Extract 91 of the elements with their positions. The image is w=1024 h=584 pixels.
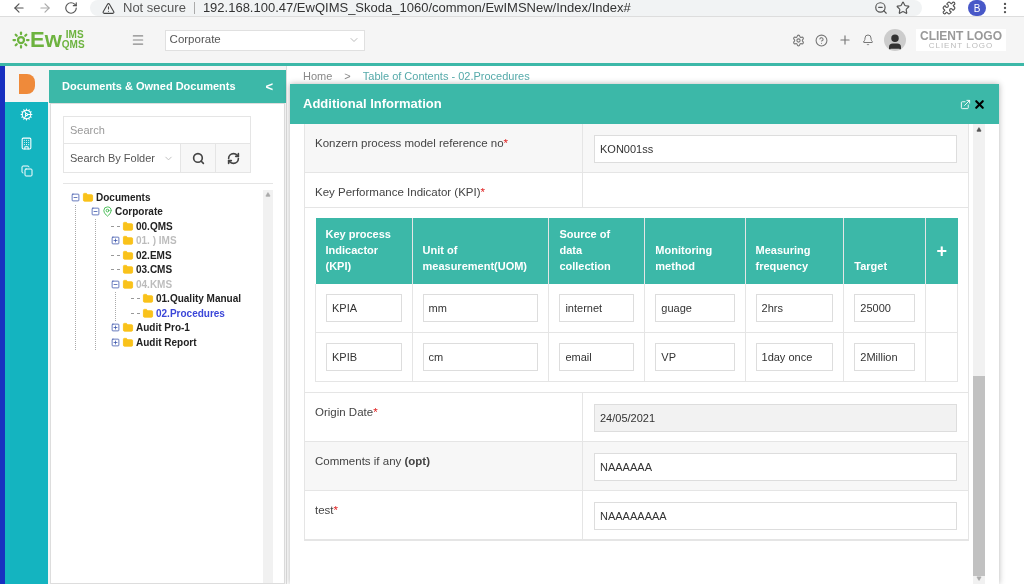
table-input[interactable]: cm — [422, 343, 539, 371]
address-bar[interactable]: Not secure 192.168.100.47/EwQIMS_Skoda_1060/common/EwIMSNew/Index/Index# — [90, 0, 922, 16]
scrollbar[interactable] — [973, 124, 985, 584]
breadcrumb-separator: > — [344, 68, 351, 84]
folder-icon — [122, 336, 134, 348]
field-label: Comments if any (opt) — [315, 454, 431, 469]
text-field[interactable]: NAAAAAAAA — [594, 502, 957, 530]
tree-item[interactable]: Corporate — [115, 204, 163, 220]
collapse-toggle-icon[interactable] — [71, 192, 80, 202]
building-icon[interactable] — [20, 137, 33, 150]
document-icon — [18, 74, 35, 94]
field-label: test — [315, 503, 334, 518]
tree-item[interactable]: Documents — [96, 189, 151, 205]
security-label: Not secure — [123, 0, 186, 18]
modal-title: Additional Information — [303, 95, 442, 114]
required-mark: * — [503, 136, 509, 151]
collapse-toggle-icon[interactable] — [91, 207, 100, 217]
tree-item[interactable]: 02.EMS — [136, 247, 172, 263]
table-input[interactable]: 2hrs — [755, 294, 834, 322]
organization-select[interactable]: Corporate — [164, 29, 365, 51]
table-input[interactable]: email — [559, 343, 635, 371]
folder-icon — [122, 249, 134, 261]
back-icon[interactable] — [12, 1, 26, 15]
column-header: Measuring frequency — [745, 218, 844, 284]
text-field[interactable]: NAAAAAA — [594, 453, 957, 481]
required-mark: * — [480, 185, 486, 200]
expand-toggle-icon[interactable] — [111, 323, 120, 333]
column-header: Target — [843, 218, 926, 284]
folder-icon — [142, 307, 154, 319]
search-field[interactable]: Search — [63, 116, 251, 144]
tree-item[interactable]: Audit Report — [136, 334, 197, 350]
field-label: Key Performance Indicator (KPI) — [315, 185, 481, 200]
table-input[interactable]: 25000 — [854, 294, 915, 322]
required-mark: * — [333, 503, 339, 518]
folder-icon — [122, 322, 134, 334]
tree-item[interactable]: 03.CMS — [136, 262, 173, 278]
column-header: Monitoring method — [644, 218, 745, 284]
field-label: Origin Date — [315, 405, 374, 420]
logo-sun-icon — [12, 31, 30, 49]
close-icon[interactable] — [973, 97, 986, 111]
map-pin-icon — [102, 206, 113, 218]
scroll-up-icon[interactable] — [976, 127, 982, 132]
document-tab[interactable] — [5, 66, 48, 102]
scrollbar[interactable] — [263, 190, 273, 583]
folder-icon — [82, 191, 94, 203]
table-input[interactable]: mm — [422, 294, 539, 322]
profile-avatar[interactable]: B — [968, 0, 986, 16]
zoom-out-icon[interactable] — [874, 1, 888, 15]
breadcrumb-link[interactable]: Home — [303, 67, 333, 84]
star-icon[interactable] — [896, 1, 910, 15]
sidebar-title: Documents & Owned Documents — [62, 79, 236, 95]
tree-item[interactable]: Audit Pro-1 — [136, 320, 190, 336]
required-mark: * — [373, 405, 378, 420]
table-input[interactable]: VP — [655, 343, 735, 371]
table-input[interactable]: 1day once — [755, 343, 834, 371]
tree-item[interactable]: 00.QMS — [136, 218, 173, 234]
folder-icon — [122, 220, 134, 232]
user-avatar[interactable] — [884, 29, 906, 51]
url-text: 192.168.100.47/EwQIMS_Skoda_1060/common/EwIMSNew/Index/Index# — [202, 0, 631, 18]
settings-icon[interactable] — [792, 33, 805, 47]
column-header: Unit of measurement(UOM) — [412, 218, 549, 284]
folder-icon — [122, 264, 134, 276]
bell-icon[interactable] — [862, 34, 874, 46]
client-logo-subtext: CLIENT LOGO — [928, 42, 994, 50]
table-input[interactable]: KPIA — [326, 294, 402, 322]
expand-toggle-icon[interactable] — [111, 337, 120, 347]
gears-icon[interactable] — [20, 108, 33, 121]
reload-icon[interactable] — [64, 1, 78, 15]
scroll-down-icon[interactable] — [976, 576, 982, 581]
logo-subscript: QMS — [61, 40, 85, 50]
text-field[interactable]: KON001ss — [594, 135, 957, 163]
scrollbar-thumb[interactable] — [973, 376, 985, 576]
table-input[interactable]: KPIB — [326, 343, 402, 371]
folder-icon — [122, 235, 134, 247]
forward-icon[interactable] — [38, 1, 52, 15]
field-label: Konzern process model reference no — [315, 136, 504, 151]
add-icon[interactable] — [838, 33, 852, 47]
column-header: Source of data collection — [548, 218, 645, 284]
table-input[interactable]: 2Million — [854, 343, 915, 371]
client-logo-text: CLIENT LOGO — [920, 30, 1002, 42]
folder-icon — [142, 293, 154, 305]
warning-icon — [102, 1, 115, 15]
date-field[interactable]: 24/05/2021 — [594, 404, 957, 432]
table-input[interactable]: internet — [559, 294, 635, 322]
folder-icon — [122, 278, 134, 290]
logo-superscript: IMS — [64, 30, 85, 40]
help-icon[interactable] — [815, 33, 828, 47]
column-header: Key process Indicactor (KPI) — [315, 218, 412, 284]
puzzle-icon[interactable] — [942, 1, 956, 15]
table-input[interactable]: guage — [655, 294, 735, 322]
logo-text: Ew — [30, 29, 62, 51]
